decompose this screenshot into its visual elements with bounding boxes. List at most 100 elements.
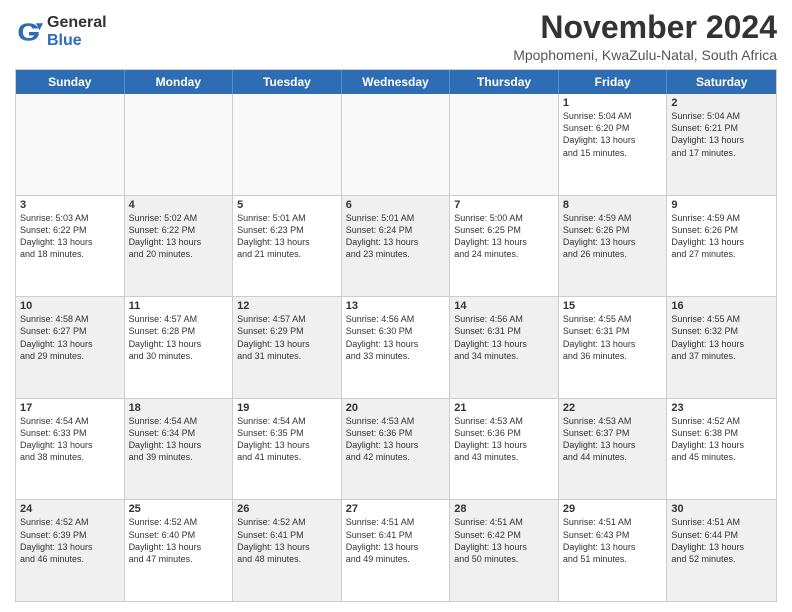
calendar-day-10: 10Sunrise: 4:58 AM Sunset: 6:27 PM Dayli… xyxy=(16,297,125,398)
calendar-day-3: 3Sunrise: 5:03 AM Sunset: 6:22 PM Daylig… xyxy=(16,196,125,297)
day-number: 15 xyxy=(563,300,663,312)
day-info: Sunrise: 4:51 AM Sunset: 6:42 PM Dayligh… xyxy=(454,516,554,565)
calendar-day-18: 18Sunrise: 4:54 AM Sunset: 6:34 PM Dayli… xyxy=(125,399,234,500)
calendar-day-13: 13Sunrise: 4:56 AM Sunset: 6:30 PM Dayli… xyxy=(342,297,451,398)
calendar-header-friday: Friday xyxy=(559,70,668,94)
main-title: November 2024 xyxy=(513,10,777,45)
day-number: 18 xyxy=(129,402,229,414)
day-info: Sunrise: 4:59 AM Sunset: 6:26 PM Dayligh… xyxy=(563,212,663,261)
day-info: Sunrise: 5:01 AM Sunset: 6:23 PM Dayligh… xyxy=(237,212,337,261)
day-info: Sunrise: 4:55 AM Sunset: 6:32 PM Dayligh… xyxy=(671,313,772,362)
logo-blue-text: Blue xyxy=(47,32,107,50)
calendar-day-6: 6Sunrise: 5:01 AM Sunset: 6:24 PM Daylig… xyxy=(342,196,451,297)
day-info: Sunrise: 4:53 AM Sunset: 6:37 PM Dayligh… xyxy=(563,415,663,464)
calendar-header-row: SundayMondayTuesdayWednesdayThursdayFrid… xyxy=(16,70,776,94)
calendar-row-0: 1Sunrise: 5:04 AM Sunset: 6:20 PM Daylig… xyxy=(16,94,776,195)
day-info: Sunrise: 5:00 AM Sunset: 6:25 PM Dayligh… xyxy=(454,212,554,261)
calendar-day-2: 2Sunrise: 5:04 AM Sunset: 6:21 PM Daylig… xyxy=(667,94,776,195)
calendar-day-4: 4Sunrise: 5:02 AM Sunset: 6:22 PM Daylig… xyxy=(125,196,234,297)
day-number: 25 xyxy=(129,503,229,515)
day-info: Sunrise: 4:52 AM Sunset: 6:38 PM Dayligh… xyxy=(671,415,772,464)
calendar-header-wednesday: Wednesday xyxy=(342,70,451,94)
day-number: 4 xyxy=(129,199,229,211)
day-info: Sunrise: 5:03 AM Sunset: 6:22 PM Dayligh… xyxy=(20,212,120,261)
calendar-day-19: 19Sunrise: 4:54 AM Sunset: 6:35 PM Dayli… xyxy=(233,399,342,500)
day-info: Sunrise: 4:57 AM Sunset: 6:29 PM Dayligh… xyxy=(237,313,337,362)
day-number: 2 xyxy=(671,97,772,109)
day-number: 14 xyxy=(454,300,554,312)
day-number: 7 xyxy=(454,199,554,211)
calendar-header-saturday: Saturday xyxy=(667,70,776,94)
calendar-header-monday: Monday xyxy=(125,70,234,94)
page: General Blue November 2024 Mpophomeni, K… xyxy=(0,0,792,612)
logo: General Blue xyxy=(15,14,107,49)
day-number: 17 xyxy=(20,402,120,414)
day-number: 21 xyxy=(454,402,554,414)
day-number: 13 xyxy=(346,300,446,312)
calendar: SundayMondayTuesdayWednesdayThursdayFrid… xyxy=(15,69,777,602)
calendar-day-21: 21Sunrise: 4:53 AM Sunset: 6:36 PM Dayli… xyxy=(450,399,559,500)
day-info: Sunrise: 5:04 AM Sunset: 6:20 PM Dayligh… xyxy=(563,110,663,159)
day-number: 29 xyxy=(563,503,663,515)
calendar-day-12: 12Sunrise: 4:57 AM Sunset: 6:29 PM Dayli… xyxy=(233,297,342,398)
header: General Blue November 2024 Mpophomeni, K… xyxy=(15,10,777,63)
day-info: Sunrise: 4:59 AM Sunset: 6:26 PM Dayligh… xyxy=(671,212,772,261)
day-info: Sunrise: 4:55 AM Sunset: 6:31 PM Dayligh… xyxy=(563,313,663,362)
calendar-empty-0-3 xyxy=(342,94,451,195)
calendar-day-17: 17Sunrise: 4:54 AM Sunset: 6:33 PM Dayli… xyxy=(16,399,125,500)
day-info: Sunrise: 4:53 AM Sunset: 6:36 PM Dayligh… xyxy=(454,415,554,464)
day-info: Sunrise: 4:51 AM Sunset: 6:44 PM Dayligh… xyxy=(671,516,772,565)
calendar-day-22: 22Sunrise: 4:53 AM Sunset: 6:37 PM Dayli… xyxy=(559,399,668,500)
calendar-row-2: 10Sunrise: 4:58 AM Sunset: 6:27 PM Dayli… xyxy=(16,296,776,398)
day-number: 11 xyxy=(129,300,229,312)
day-info: Sunrise: 4:51 AM Sunset: 6:43 PM Dayligh… xyxy=(563,516,663,565)
calendar-day-5: 5Sunrise: 5:01 AM Sunset: 6:23 PM Daylig… xyxy=(233,196,342,297)
day-number: 16 xyxy=(671,300,772,312)
day-info: Sunrise: 5:04 AM Sunset: 6:21 PM Dayligh… xyxy=(671,110,772,159)
day-number: 27 xyxy=(346,503,446,515)
logo-icon xyxy=(15,18,43,46)
day-info: Sunrise: 4:56 AM Sunset: 6:30 PM Dayligh… xyxy=(346,313,446,362)
calendar-row-4: 24Sunrise: 4:52 AM Sunset: 6:39 PM Dayli… xyxy=(16,499,776,601)
calendar-header-thursday: Thursday xyxy=(450,70,559,94)
day-number: 3 xyxy=(20,199,120,211)
day-info: Sunrise: 4:52 AM Sunset: 6:40 PM Dayligh… xyxy=(129,516,229,565)
calendar-body: 1Sunrise: 5:04 AM Sunset: 6:20 PM Daylig… xyxy=(16,94,776,601)
calendar-day-28: 28Sunrise: 4:51 AM Sunset: 6:42 PM Dayli… xyxy=(450,500,559,601)
day-number: 28 xyxy=(454,503,554,515)
calendar-day-7: 7Sunrise: 5:00 AM Sunset: 6:25 PM Daylig… xyxy=(450,196,559,297)
day-info: Sunrise: 4:54 AM Sunset: 6:34 PM Dayligh… xyxy=(129,415,229,464)
day-number: 20 xyxy=(346,402,446,414)
day-number: 22 xyxy=(563,402,663,414)
calendar-empty-0-4 xyxy=(450,94,559,195)
calendar-header-sunday: Sunday xyxy=(16,70,125,94)
calendar-day-25: 25Sunrise: 4:52 AM Sunset: 6:40 PM Dayli… xyxy=(125,500,234,601)
day-number: 5 xyxy=(237,199,337,211)
day-info: Sunrise: 4:53 AM Sunset: 6:36 PM Dayligh… xyxy=(346,415,446,464)
day-number: 30 xyxy=(671,503,772,515)
calendar-day-14: 14Sunrise: 4:56 AM Sunset: 6:31 PM Dayli… xyxy=(450,297,559,398)
calendar-day-29: 29Sunrise: 4:51 AM Sunset: 6:43 PM Dayli… xyxy=(559,500,668,601)
day-info: Sunrise: 4:56 AM Sunset: 6:31 PM Dayligh… xyxy=(454,313,554,362)
day-number: 24 xyxy=(20,503,120,515)
day-info: Sunrise: 4:58 AM Sunset: 6:27 PM Dayligh… xyxy=(20,313,120,362)
logo-text: General Blue xyxy=(47,14,107,49)
day-info: Sunrise: 4:52 AM Sunset: 6:39 PM Dayligh… xyxy=(20,516,120,565)
day-info: Sunrise: 5:02 AM Sunset: 6:22 PM Dayligh… xyxy=(129,212,229,261)
day-info: Sunrise: 4:52 AM Sunset: 6:41 PM Dayligh… xyxy=(237,516,337,565)
calendar-row-3: 17Sunrise: 4:54 AM Sunset: 6:33 PM Dayli… xyxy=(16,398,776,500)
calendar-empty-0-0 xyxy=(16,94,125,195)
title-area: November 2024 Mpophomeni, KwaZulu-Natal,… xyxy=(513,10,777,63)
calendar-day-15: 15Sunrise: 4:55 AM Sunset: 6:31 PM Dayli… xyxy=(559,297,668,398)
day-info: Sunrise: 4:57 AM Sunset: 6:28 PM Dayligh… xyxy=(129,313,229,362)
calendar-header-tuesday: Tuesday xyxy=(233,70,342,94)
subtitle: Mpophomeni, KwaZulu-Natal, South Africa xyxy=(513,47,777,63)
calendar-day-1: 1Sunrise: 5:04 AM Sunset: 6:20 PM Daylig… xyxy=(559,94,668,195)
calendar-day-30: 30Sunrise: 4:51 AM Sunset: 6:44 PM Dayli… xyxy=(667,500,776,601)
day-info: Sunrise: 4:54 AM Sunset: 6:33 PM Dayligh… xyxy=(20,415,120,464)
calendar-day-24: 24Sunrise: 4:52 AM Sunset: 6:39 PM Dayli… xyxy=(16,500,125,601)
calendar-day-20: 20Sunrise: 4:53 AM Sunset: 6:36 PM Dayli… xyxy=(342,399,451,500)
logo-general-text: General xyxy=(47,14,107,32)
day-info: Sunrise: 4:54 AM Sunset: 6:35 PM Dayligh… xyxy=(237,415,337,464)
day-number: 1 xyxy=(563,97,663,109)
